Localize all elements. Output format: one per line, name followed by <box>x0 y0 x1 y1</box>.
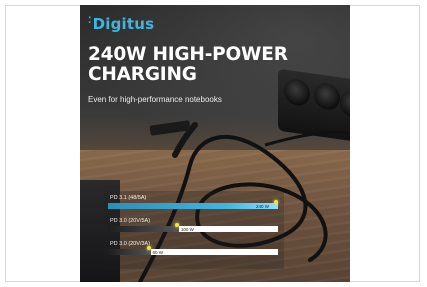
bar-label: PD 3.1 (48/5A) <box>110 195 147 201</box>
bar-track: 100 W <box>108 223 278 232</box>
headline-line-1: 240W HIGH-POWER <box>88 44 288 65</box>
bar <box>108 226 179 232</box>
bar-value-label: 60 W <box>152 249 164 255</box>
bar-label: PD 3.0 (20V/3A) <box>110 241 151 247</box>
brand-logo: ⁚Digitus <box>88 15 155 33</box>
bar-track: 240 W <box>108 200 278 209</box>
headline-line-2: CHARGING <box>88 64 197 85</box>
bar-value-label: 100 W <box>180 226 194 232</box>
bar-spark <box>146 246 151 250</box>
bar-value-label: 240 W <box>256 203 270 209</box>
bar-spark <box>274 200 278 204</box>
bar <box>108 249 151 255</box>
bar-spark <box>174 223 179 227</box>
headline: 240W HIGH-POWER CHARGING <box>88 45 348 85</box>
product-image-card: ⁚Digitus 240W HIGH-POWER CHARGING Even f… <box>80 5 350 282</box>
bar-track: 60 W <box>108 246 278 255</box>
subheadline: Even for high-performance notebooks <box>88 95 222 104</box>
power-comparison-chart: PD 3.1 (48/5A) 240 W PD 3.0 (20V/5A) 100 W P… <box>108 195 278 265</box>
bar <box>108 203 278 209</box>
bar-label: PD 3.0 (20V/5A) <box>110 218 151 224</box>
